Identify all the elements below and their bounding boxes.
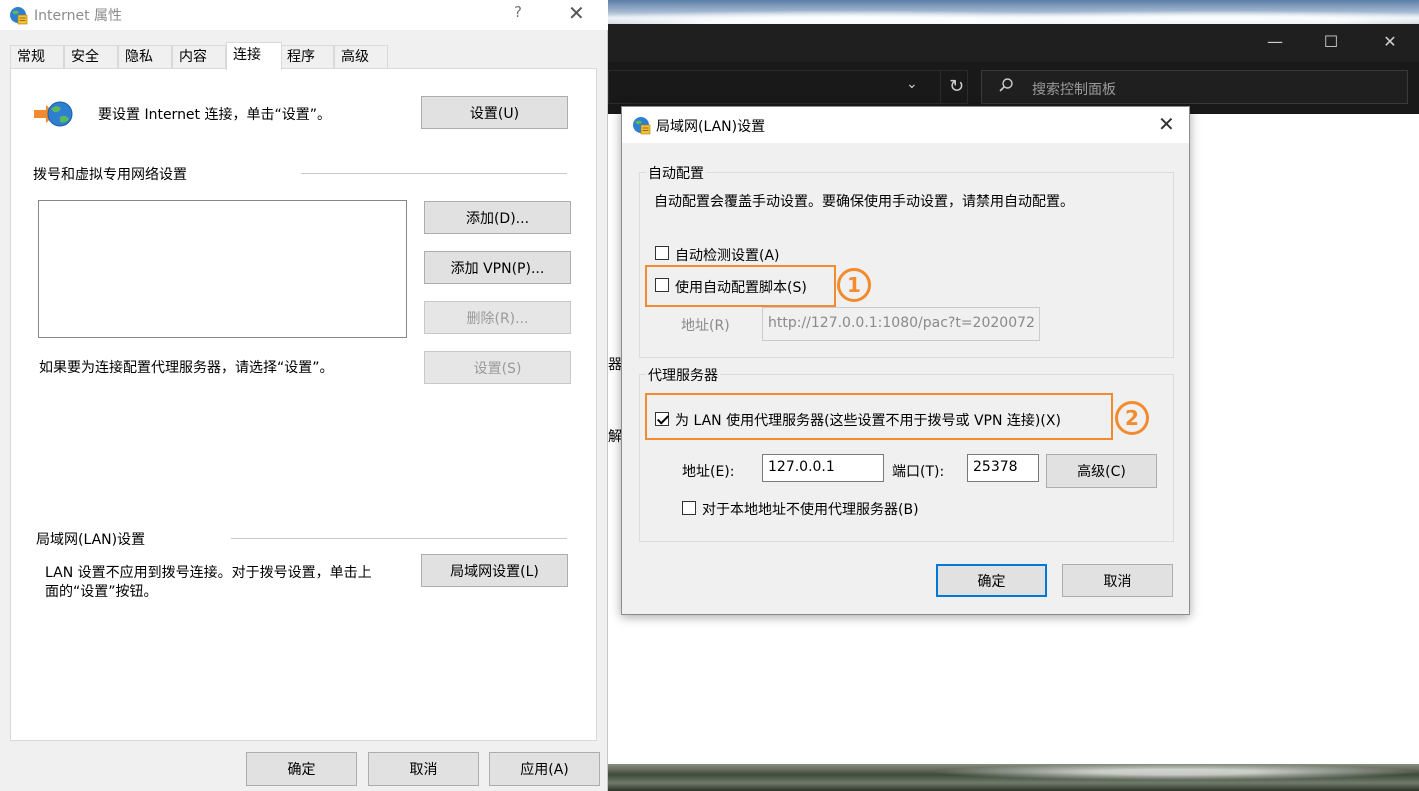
close-icon[interactable]: ✕	[568, 1, 585, 25]
lan-settings-button[interactable]: 局域网设置(L)	[421, 554, 568, 587]
auto-detect-label[interactable]: 自动检测设置(A)	[675, 245, 780, 265]
tab-content[interactable]: 内容	[172, 45, 226, 70]
setup-description: 要设置 Internet 连接，单击“设置”。	[98, 107, 331, 123]
bypass-local-checkbox[interactable]	[682, 501, 696, 515]
settings-button[interactable]: 设置(S)	[424, 351, 571, 384]
callout-number-1: 1	[837, 268, 871, 302]
maximize-icon[interactable]: ☐	[1316, 32, 1346, 51]
partial-text: 解	[608, 429, 622, 445]
script-address-label: 地址(R)	[681, 318, 730, 334]
close-icon[interactable]: ✕	[1375, 32, 1405, 51]
tab-advanced[interactable]: 高级	[334, 45, 388, 70]
control-panel-titlebar: — ☐ ✕	[608, 24, 1419, 62]
ok-button[interactable]: 确定	[936, 564, 1047, 597]
tab-general[interactable]: 常规	[10, 45, 64, 70]
lan-description-line1: LAN 设置不应用到拨号连接。对于拨号设置，单击上	[45, 565, 372, 581]
internet-options-icon	[633, 117, 651, 135]
group-divider	[231, 538, 567, 539]
dialup-group-label: 拨号和虚拟专用网络设置	[33, 167, 187, 183]
callout-number-2: 2	[1115, 401, 1149, 435]
wallpaper-landscape	[608, 764, 1419, 791]
highlight-box-use-proxy	[645, 393, 1113, 440]
refresh-icon[interactable]: ↻	[940, 70, 972, 104]
script-address-input[interactable]: http://127.0.0.1:1080/pac?t=2020072	[762, 307, 1040, 341]
search-placeholder: 搜索控制面板	[1032, 82, 1116, 98]
internet-options-icon	[10, 7, 28, 25]
proxy-address-label: 地址(E):	[682, 464, 735, 480]
group-divider	[301, 173, 567, 174]
internet-properties-dialog: Internet 属性 ? ✕ 常规 安全 隐私 内容 连接 程序 高级 要设置…	[0, 0, 608, 791]
tab-privacy[interactable]: 隐私	[118, 45, 172, 70]
cancel-button[interactable]: 取消	[1062, 564, 1173, 597]
auto-config-group-label: 自动配置	[646, 163, 706, 183]
remove-button[interactable]: 删除(R)...	[424, 301, 571, 334]
proxy-group-label: 代理服务器	[646, 365, 720, 385]
cancel-button[interactable]: 取消	[368, 752, 479, 786]
help-icon[interactable]: ?	[514, 3, 522, 21]
proxy-hint-text: 如果要为连接配置代理服务器，请选择“设置”。	[39, 360, 334, 376]
advanced-button[interactable]: 高级(C)	[1046, 454, 1157, 488]
tab-connections[interactable]: 连接	[226, 42, 282, 70]
dialog-title: 局域网(LAN)设置	[656, 119, 766, 135]
auto-detect-checkbox[interactable]	[655, 246, 669, 260]
close-icon[interactable]: ✕	[1158, 112, 1175, 136]
add-vpn-button[interactable]: 添加 VPN(P)...	[424, 251, 571, 284]
lan-description-line2: 面的“设置”按钮。	[45, 584, 158, 600]
search-box[interactable]: 搜索控制面板	[981, 70, 1408, 104]
lan-settings-dialog: 局域网(LAN)设置 ✕ 自动配置 自动配置会覆盖手动设置。要确保使用手动设置，…	[621, 106, 1190, 615]
lan-group-label: 局域网(LAN)设置	[36, 532, 146, 548]
minimize-icon[interactable]: —	[1260, 32, 1290, 51]
partial-text: 器	[608, 357, 622, 373]
setup-button[interactable]: 设置(U)	[421, 96, 568, 129]
proxy-address-input[interactable]: 127.0.0.1	[762, 454, 884, 482]
connections-listbox[interactable]	[38, 200, 407, 338]
tab-security[interactable]: 安全	[64, 45, 118, 70]
internet-connection-icon	[34, 101, 73, 127]
add-button[interactable]: 添加(D)...	[424, 201, 571, 234]
dialog-titlebar: 局域网(LAN)设置 ✕	[622, 107, 1189, 143]
auto-config-description: 自动配置会覆盖手动设置。要确保使用手动设置，请禁用自动配置。	[654, 194, 1074, 210]
chevron-down-icon[interactable]: ⌄	[906, 76, 918, 92]
dialog-title: Internet 属性	[34, 8, 123, 24]
bypass-local-label[interactable]: 对于本地地址不使用代理服务器(B)	[702, 499, 919, 519]
apply-button[interactable]: 应用(A)	[489, 752, 600, 786]
proxy-port-input[interactable]: 25378	[967, 454, 1039, 482]
proxy-port-label: 端口(T):	[892, 464, 945, 480]
highlight-box-auto-script	[645, 265, 836, 307]
ok-button[interactable]: 确定	[246, 752, 357, 786]
tab-programs[interactable]: 程序	[280, 45, 334, 70]
wallpaper-sky	[608, 0, 1419, 26]
search-icon	[999, 78, 1013, 92]
dialog-titlebar: Internet 属性 ? ✕	[0, 0, 608, 30]
